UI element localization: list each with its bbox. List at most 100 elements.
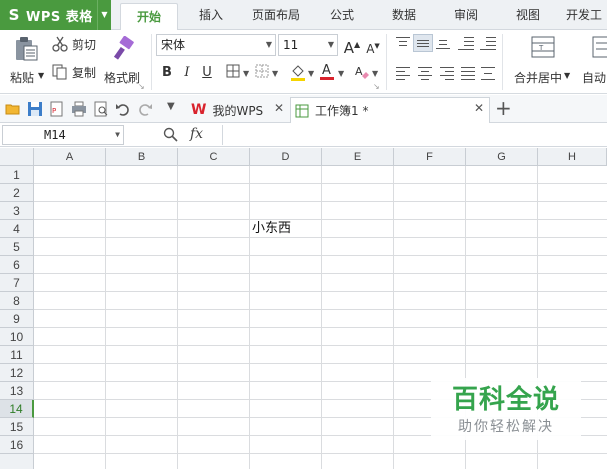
tab-page-layout[interactable]: 页面布局 xyxy=(246,0,306,30)
tab-developer[interactable]: 开发工 xyxy=(566,0,607,30)
column-header-g[interactable]: G xyxy=(466,148,538,166)
font-name-select[interactable]: 宋体 ▼ xyxy=(156,34,276,56)
chevron-down-icon[interactable]: ▼ xyxy=(97,0,111,30)
paste-button[interactable]: 粘贴 ▼ xyxy=(6,34,48,90)
column-header-c[interactable]: C xyxy=(178,148,250,166)
scissors-icon xyxy=(52,36,68,52)
chevron-down-icon[interactable]: ▼ xyxy=(564,71,570,80)
app-menu-button[interactable]: S WPS 表格 ▼ xyxy=(0,0,111,30)
tab-formulas[interactable]: 公式 xyxy=(322,0,362,30)
clipboard-launcher-icon[interactable]: ↘ xyxy=(138,82,145,91)
auto-wrap-button[interactable]: 自动 xyxy=(580,34,607,90)
align-center-icon[interactable] xyxy=(417,66,433,80)
row-header-1[interactable]: 1 xyxy=(0,166,34,184)
chevron-down-icon[interactable]: ▼ xyxy=(243,69,249,78)
new-tab-icon[interactable]: + xyxy=(495,96,512,120)
formula-input[interactable] xyxy=(222,125,605,145)
font-color-button[interactable]: A xyxy=(318,62,336,80)
tab-home[interactable]: 开始 xyxy=(120,3,178,31)
chevron-down-icon[interactable]: ▼ xyxy=(372,69,378,78)
select-all-corner[interactable] xyxy=(0,148,34,166)
row-header-10[interactable]: 10 xyxy=(0,328,34,346)
tab-insert[interactable]: 插入 xyxy=(188,0,234,30)
row-header-14[interactable]: 14 xyxy=(0,400,34,418)
name-box[interactable]: M14 ▼ xyxy=(2,125,124,145)
border-icon xyxy=(226,64,240,78)
row-header-11[interactable]: 11 xyxy=(0,346,34,364)
close-icon[interactable]: ✕ xyxy=(474,101,484,115)
column-header-e[interactable]: E xyxy=(322,148,394,166)
divider xyxy=(386,34,387,90)
align-right-icon[interactable] xyxy=(439,66,455,80)
insert-function-button[interactable]: fx xyxy=(190,126,203,142)
font-size-value: 11 xyxy=(283,38,299,52)
column-header-a[interactable]: A xyxy=(34,148,106,166)
font-launcher-icon[interactable]: ↘ xyxy=(373,82,380,91)
decrease-indent-icon[interactable] xyxy=(458,36,474,50)
justify-icon[interactable] xyxy=(460,66,476,80)
copy-button[interactable]: 复制 xyxy=(52,63,96,81)
column-header-h[interactable]: H xyxy=(538,148,607,166)
chevron-down-icon[interactable]: ▼ xyxy=(308,69,314,78)
row-header-15[interactable]: 15 xyxy=(0,418,34,436)
decrease-font-button[interactable]: A▼ xyxy=(364,37,382,56)
open-folder-icon[interactable] xyxy=(5,101,21,117)
watermark-logo: 百科全说 助你轻松解决 xyxy=(431,378,581,440)
tab-data[interactable]: 数据 xyxy=(384,0,424,30)
tab-view[interactable]: 视图 xyxy=(508,0,548,30)
increase-font-button[interactable]: A▲ xyxy=(343,36,361,57)
quick-access-bar: P ▼ W 我的WPS ✕ 工作簿1 * ✕ + xyxy=(0,95,607,123)
cut-button[interactable]: 剪切 xyxy=(52,35,96,53)
row-header-6[interactable]: 6 xyxy=(0,256,34,274)
close-icon[interactable]: ✕ xyxy=(274,101,284,115)
row-header-16[interactable]: 16 xyxy=(0,436,34,454)
italic-button[interactable]: I xyxy=(178,64,196,82)
clear-format-button[interactable]: A xyxy=(353,64,371,82)
row-header-2[interactable]: 2 xyxy=(0,184,34,202)
align-top-icon[interactable] xyxy=(395,36,411,50)
font-name-value: 宋体 xyxy=(161,38,186,52)
row-header-13[interactable]: 13 xyxy=(0,382,34,400)
row-header-4[interactable]: 4 xyxy=(0,220,34,238)
doc-tab-workbook[interactable]: 工作簿1 * xyxy=(290,97,490,123)
distributed-align-icon[interactable] xyxy=(480,66,496,80)
row-header-8[interactable]: 8 xyxy=(0,292,34,310)
redo-icon[interactable] xyxy=(137,101,153,117)
export-pdf-icon[interactable]: P xyxy=(49,101,65,117)
row-header-5[interactable]: 5 xyxy=(0,238,34,256)
paste-icon xyxy=(16,37,38,61)
row-header-3[interactable]: 3 xyxy=(0,202,34,220)
row-header-12[interactable]: 12 xyxy=(0,364,34,382)
row-header-9[interactable]: 9 xyxy=(0,310,34,328)
align-bottom-icon[interactable] xyxy=(435,36,451,50)
merge-center-button[interactable]: T 合并居中 ▼ xyxy=(510,34,576,90)
bold-button[interactable]: B xyxy=(158,64,176,82)
save-icon[interactable] xyxy=(27,101,43,117)
chevron-down-icon[interactable]: ▼ xyxy=(38,71,44,80)
undo-icon[interactable] xyxy=(115,101,131,117)
border-button[interactable] xyxy=(224,64,242,82)
fill-color-button[interactable] xyxy=(289,63,307,81)
chevron-down-icon: ▼ xyxy=(265,40,272,49)
cell-style-button[interactable] xyxy=(253,64,271,82)
chevron-down-icon[interactable]: ▼ xyxy=(338,69,344,78)
column-header-b[interactable]: B xyxy=(106,148,178,166)
underline-button[interactable]: U xyxy=(198,64,216,82)
row-header-7[interactable]: 7 xyxy=(0,274,34,292)
align-left-icon[interactable] xyxy=(395,66,411,80)
column-header-f[interactable]: F xyxy=(394,148,466,166)
chevron-down-icon[interactable]: ▼ xyxy=(167,101,175,112)
column-header-d[interactable]: D xyxy=(250,148,322,166)
row-header-17[interactable] xyxy=(0,454,34,469)
tab-review[interactable]: 审阅 xyxy=(446,0,486,30)
zoom-formula-icon[interactable] xyxy=(163,127,179,143)
chevron-down-icon[interactable]: ▼ xyxy=(272,69,278,78)
increase-indent-icon[interactable] xyxy=(480,36,496,50)
cell-d4[interactable]: 小东西 xyxy=(252,220,291,238)
print-preview-icon[interactable] xyxy=(93,101,109,117)
align-middle-icon[interactable] xyxy=(413,34,433,52)
fill-bucket-icon xyxy=(291,65,305,81)
cell-reference: M14 xyxy=(44,128,66,142)
print-icon[interactable] xyxy=(71,101,87,117)
font-size-select[interactable]: 11 ▼ xyxy=(278,34,338,56)
